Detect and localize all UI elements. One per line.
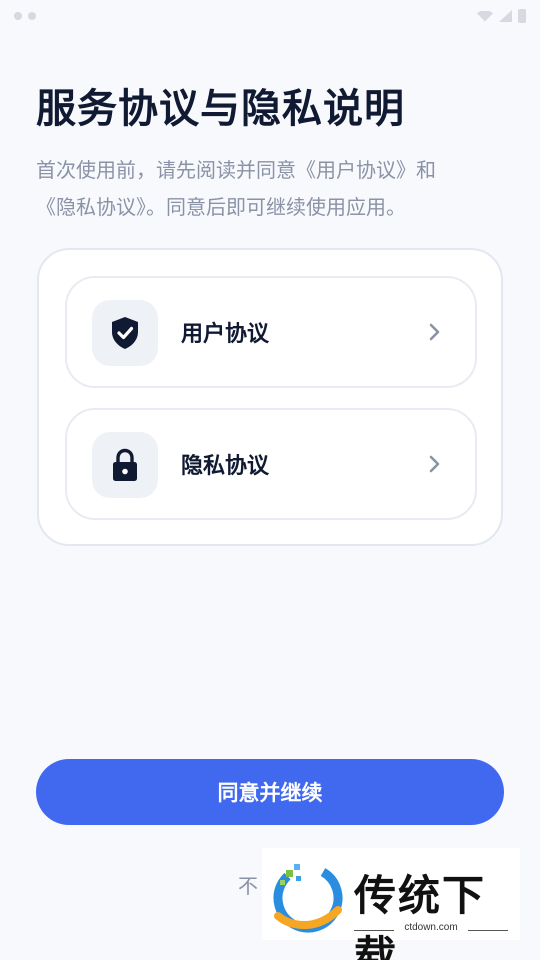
signal-icon — [499, 10, 512, 22]
page-title: 服务协议与隐私说明 — [36, 86, 405, 132]
wifi-icon — [477, 10, 493, 22]
chevron-right-icon — [423, 450, 447, 478]
user-agreement-icon-box — [92, 300, 158, 366]
lock-icon — [113, 448, 137, 481]
watermark-text: 传统下载 — [354, 871, 487, 960]
agree-continue-button[interactable]: 同意并继续 — [36, 759, 504, 825]
watermark-logo-icon — [273, 863, 343, 933]
chevron-right-icon — [423, 318, 447, 346]
status-indicator-icon — [28, 12, 36, 20]
watermark-url: ctdown.com — [404, 922, 458, 933]
status-left — [14, 12, 36, 20]
decline-link[interactable]: 不 — [238, 870, 258, 899]
status-right — [477, 9, 526, 23]
status-bar — [0, 0, 540, 32]
description: 首次使用前，请先阅读并同意《用户协议》和 《隐私协议》。同意后即可继续使用应用。 — [36, 152, 496, 226]
privacy-agreement-icon-box — [92, 432, 158, 498]
status-indicator-icon — [14, 12, 22, 20]
user-agreement-label: 用户协议 — [181, 322, 270, 347]
watermark: 传统下载 ctdown.com — [262, 848, 520, 960]
user-agreement-item[interactable]: 用户协议 — [65, 276, 477, 388]
description-line: 《隐私协议》。同意后即可继续使用应用。 — [36, 195, 406, 219]
agreements-card: 用户协议 隐私协议 — [37, 248, 503, 546]
watermark-divider — [468, 930, 508, 931]
shield-check-icon — [112, 317, 138, 349]
privacy-agreement-item[interactable]: 隐私协议 — [65, 408, 477, 520]
description-line: 首次使用前，请先阅读并同意《用户协议》和 — [36, 158, 436, 182]
privacy-agreement-label: 隐私协议 — [181, 454, 270, 479]
battery-icon — [518, 9, 526, 23]
